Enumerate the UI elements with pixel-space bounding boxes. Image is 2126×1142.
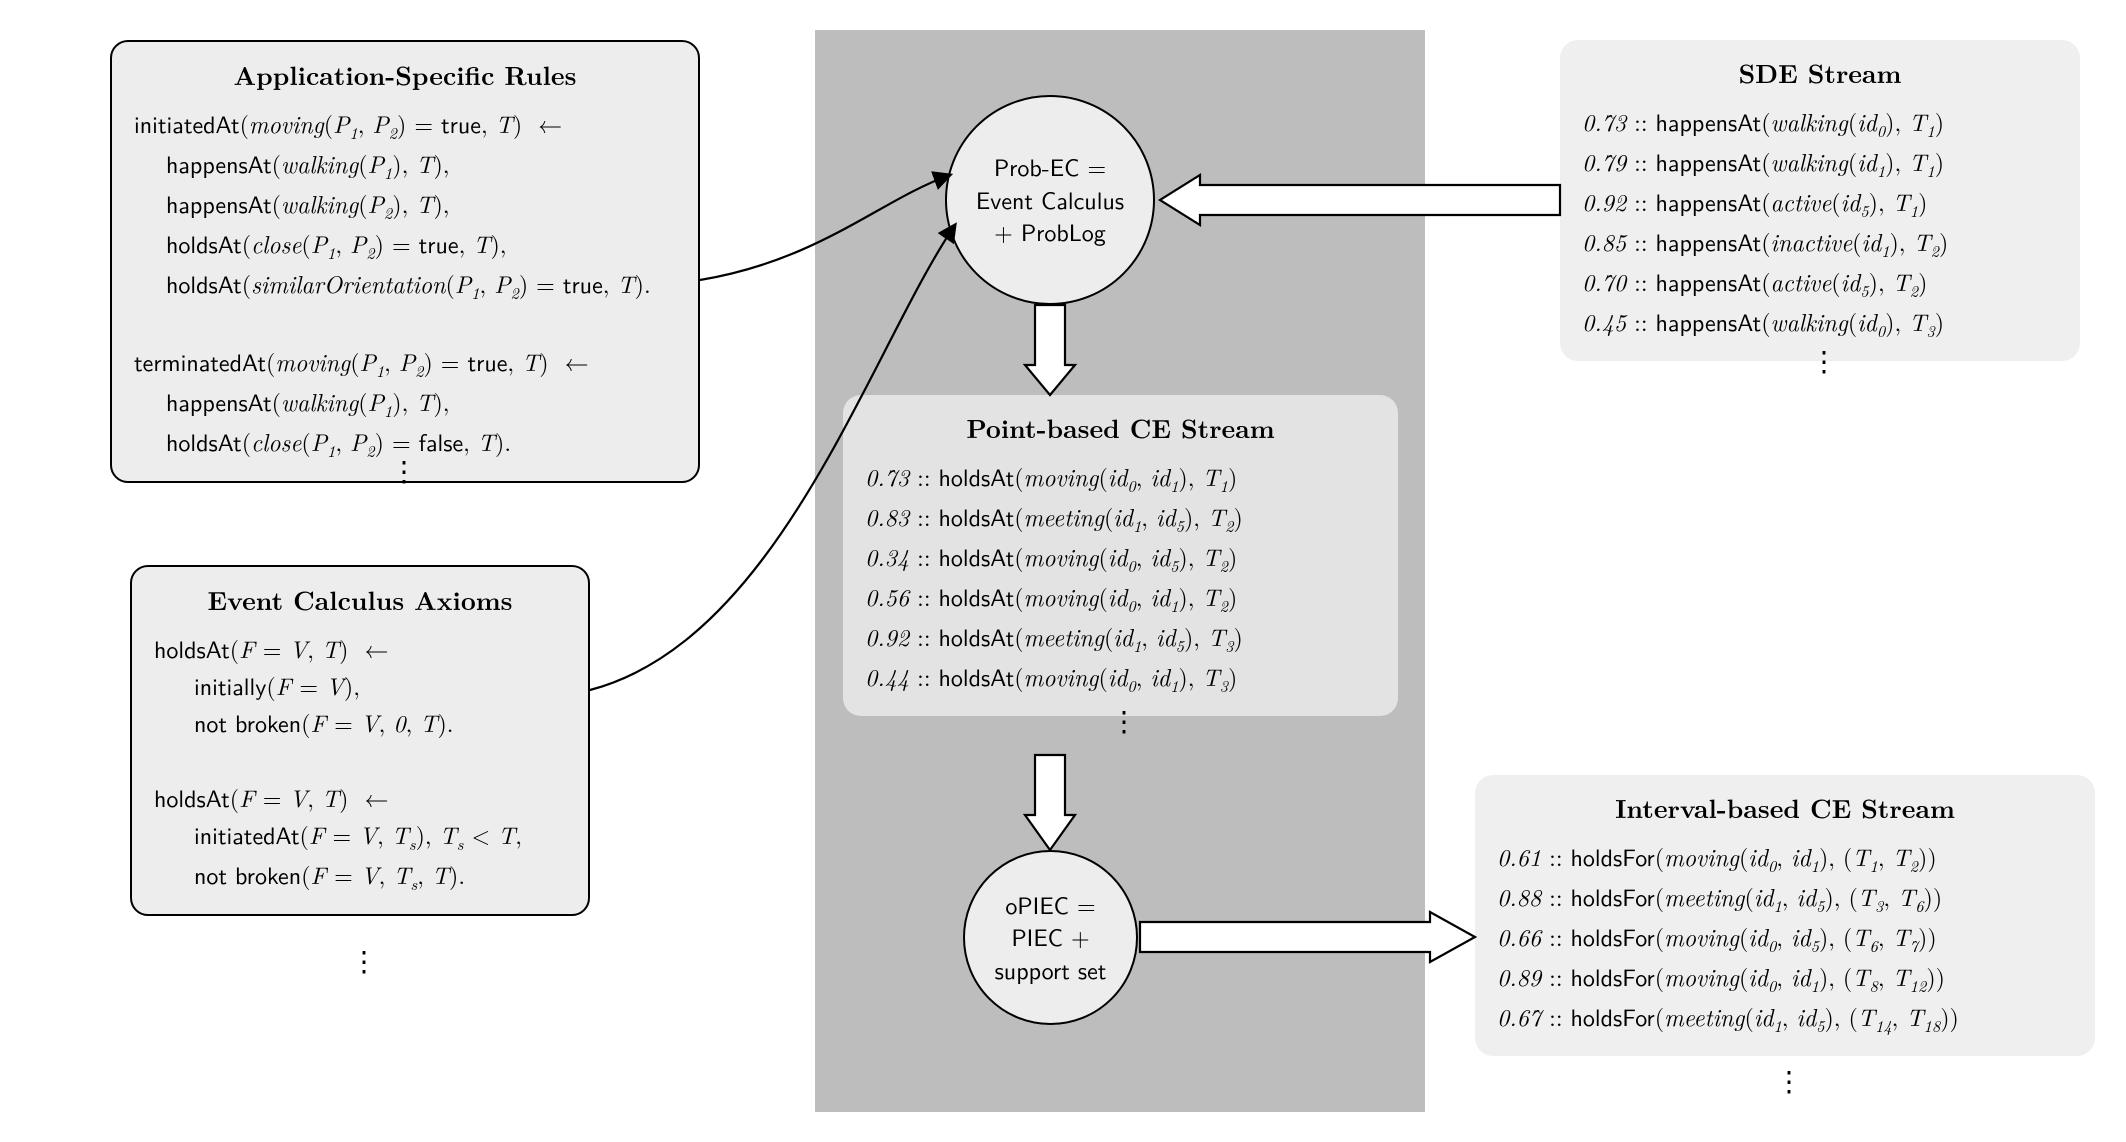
interval-vdots: ⋮	[1775, 1060, 1803, 1100]
rules-box: Application-Specific Rules initiatedAt(m…	[110, 40, 700, 483]
rules-vdots: ⋮	[390, 450, 418, 490]
axioms-body: holdsAt(F = V, T) ← initially(F = V), no…	[154, 630, 566, 896]
axioms-vdots: ⋮	[350, 940, 378, 980]
point-box: Point-based CE Stream 0.73 :: holdsAt(mo…	[843, 395, 1398, 716]
point-vdots: ⋮	[1110, 700, 1138, 740]
sde-title: SDE Stream	[1582, 54, 2058, 91]
point-title: Point-based CE Stream	[865, 409, 1376, 446]
interval-title: Interval-based CE Stream	[1497, 789, 2073, 826]
interval-body: 0.61 :: holdsFor(moving(id0, id1), (T1, …	[1497, 838, 2073, 1038]
sde-vdots: ⋮	[1810, 340, 1838, 380]
probec-line1: Prob-EC =	[994, 149, 1106, 184]
opiec-line3: support set	[995, 952, 1107, 987]
rules-title: Application-Specific Rules	[134, 56, 676, 93]
opiec-line1: oPIEC =	[1005, 887, 1095, 922]
sde-body: 0.73 :: happensAt(walking(id0), T1) 0.79…	[1582, 103, 2058, 343]
sde-box: SDE Stream 0.73 :: happensAt(walking(id0…	[1560, 40, 2080, 361]
probec-line3: + ProbLog	[994, 214, 1106, 249]
probec-circle: Prob-EC = Event Calculus + ProbLog	[945, 95, 1155, 305]
probec-line2: Event Calculus	[976, 182, 1124, 217]
point-body: 0.73 :: holdsAt(moving(id0, id1), T1) 0.…	[865, 458, 1376, 698]
interval-box: Interval-based CE Stream 0.61 :: holdsFo…	[1475, 775, 2095, 1056]
opiec-line2: PIEC +	[1011, 919, 1089, 954]
axioms-title: Event Calculus Axioms	[154, 581, 566, 618]
axioms-box: Event Calculus Axioms holdsAt(F = V, T) …	[130, 565, 590, 916]
opiec-circle: oPIEC = PIEC + support set	[963, 850, 1138, 1025]
rules-body: initiatedAt(moving(P1, P2) = true, T) ← …	[134, 105, 676, 463]
